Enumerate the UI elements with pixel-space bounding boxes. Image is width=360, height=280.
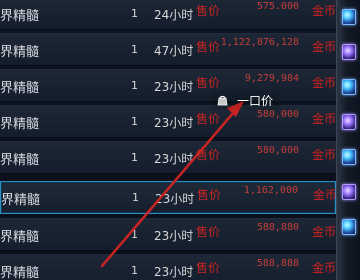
price-label: 售价 <box>196 261 221 275</box>
currency-label: 金币 <box>312 40 337 54</box>
currency-label: 金币 <box>312 261 337 275</box>
quantity: 1 <box>131 43 138 56</box>
item-name: 界精髓 <box>0 153 40 168</box>
blue-gem-icon[interactable] <box>342 79 356 95</box>
blue-gem-icon[interactable] <box>342 219 356 235</box>
price-value: 575.000 <box>256 1 299 12</box>
item-name: 界精髓 <box>0 230 40 245</box>
buyout-label: 一口价 <box>237 93 274 108</box>
price-value: 588,880 <box>256 222 299 233</box>
price-value: 9,279,984 <box>244 73 299 84</box>
time-remaining: 23小时 <box>154 80 194 94</box>
auction-list: 界精髓 1 24小时 售价 575.000 金币 界精髓 1 47小时 售价 1… <box>0 0 338 280</box>
price-value: 1,162,000 <box>243 185 298 196</box>
purple-gem-icon[interactable] <box>342 114 356 130</box>
market-list-screen: 界精髓 1 24小时 售价 575.000 金币 界精髓 1 47小时 售价 1… <box>0 0 360 280</box>
time-remaining: 24小时 <box>154 8 194 22</box>
quantity: 1 <box>132 191 139 204</box>
item-name: 界精髓 <box>0 266 40 280</box>
time-remaining: 23小时 <box>154 229 194 243</box>
price-value: 588,888 <box>256 258 299 269</box>
price-label: 售价 <box>196 4 221 18</box>
purple-gem-icon[interactable] <box>342 44 356 60</box>
list-item[interactable]: 界精髓 1 47小时 售价 1,122,876,128 金币 <box>0 33 336 66</box>
currency-label: 金币 <box>312 4 337 18</box>
time-remaining: 47小时 <box>154 44 194 58</box>
price-label: 售价 <box>196 40 221 54</box>
price-value: 580,000 <box>256 145 299 156</box>
blue-gem-icon[interactable] <box>342 9 356 25</box>
quantity: 1 <box>131 79 138 92</box>
list-item[interactable]: 界精髓 1 23小时 售价 580,000 金币 <box>0 141 336 174</box>
list-item[interactable]: 界精髓 1 23小时 售价 588,880 金币 <box>0 218 336 251</box>
price-label: 售价 <box>196 76 221 90</box>
currency-label: 金币 <box>312 112 337 126</box>
price-label: 售价 <box>196 112 221 126</box>
currency-label: 金币 <box>313 188 338 202</box>
currency-label: 金币 <box>312 148 337 162</box>
selected-list-item[interactable]: 界精髓 1 23小时 售价 1,162,000 金币 <box>0 181 338 214</box>
item-name: 界精髓 <box>1 193 41 208</box>
bag-icon <box>216 94 229 106</box>
list-item[interactable]: 界精髓 1 23小时 售价 580,000 金币 <box>0 105 336 138</box>
item-name: 界精髓 <box>0 45 40 60</box>
list-item[interactable]: 界精髓 1 24小时 售价 575.000 金币 <box>0 0 336 30</box>
blue-gem-icon[interactable] <box>342 149 356 165</box>
item-name: 界精髓 <box>0 117 40 132</box>
time-remaining: 23小时 <box>155 192 195 206</box>
list-item[interactable]: 界精髓 1 23小时 售价 588,888 金币 <box>0 254 336 280</box>
time-remaining: 23小时 <box>154 116 194 130</box>
right-inventory-sidebar <box>336 0 360 280</box>
quantity: 1 <box>131 228 138 241</box>
currency-label: 金币 <box>312 225 337 239</box>
price-value: 1,122,876,128 <box>220 37 299 48</box>
item-name: 界精髓 <box>0 9 40 24</box>
price-value: 580,000 <box>256 109 299 120</box>
quantity: 1 <box>131 264 138 277</box>
price-label: 售价 <box>197 188 222 202</box>
list-item[interactable]: 界精髓 1 23小时 售价 9,279,984 金币 <box>0 69 336 102</box>
quantity: 1 <box>131 7 138 20</box>
time-remaining: 23小时 <box>154 152 194 166</box>
quantity: 1 <box>131 151 138 164</box>
price-label: 售价 <box>196 225 221 239</box>
price-label: 售价 <box>196 148 221 162</box>
quantity: 1 <box>131 115 138 128</box>
purple-gem-icon[interactable] <box>342 184 356 200</box>
currency-label: 金币 <box>312 76 337 90</box>
time-remaining: 23小时 <box>154 265 194 279</box>
item-name: 界精髓 <box>0 81 40 96</box>
buyout-tooltip: 一口价 <box>210 90 280 110</box>
